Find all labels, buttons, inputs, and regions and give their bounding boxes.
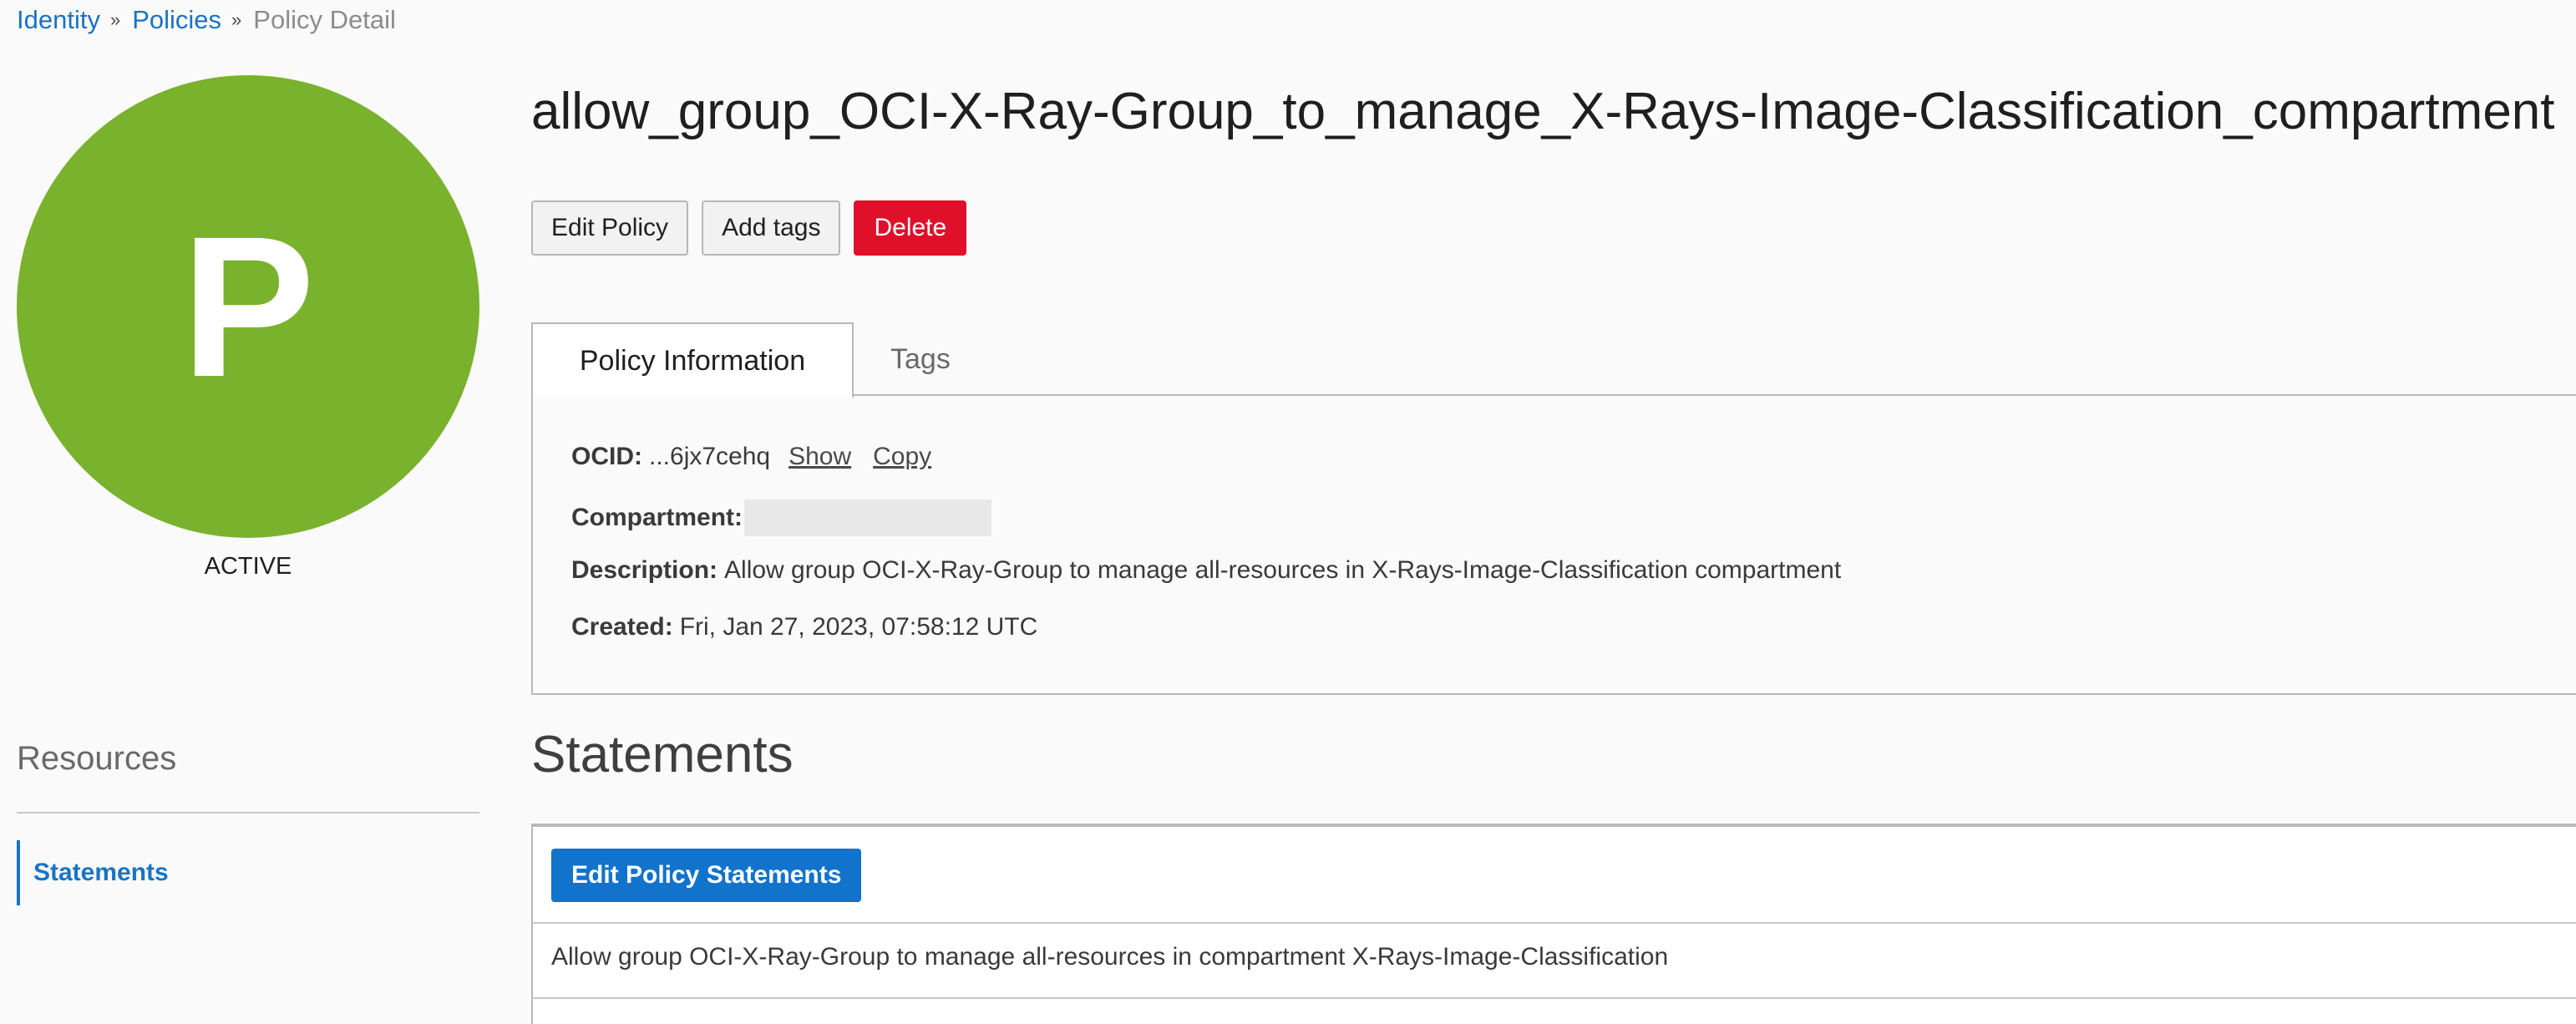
copy-ocid-link[interactable]: Copy [873, 443, 931, 471]
description-label: Description: [571, 556, 718, 584]
compartment-label: Compartment: [571, 504, 743, 531]
description-value: Allow group OCI-X-Ray-Group to manage al… [724, 556, 1842, 584]
created-label: Created: [571, 613, 673, 641]
policy-information-panel: OCID: ...6jx7cehq Show Copy Compartment:… [531, 396, 2576, 695]
action-toolbar: Edit Policy Add tags Delete [531, 200, 967, 256]
breadcrumb-separator-icon: » [109, 9, 121, 30]
edit-policy-statements-button[interactable]: Edit Policy Statements [551, 849, 862, 902]
avatar-letter: P [180, 195, 316, 418]
statements-heading: Statements [531, 726, 794, 783]
tab-policy-information[interactable]: Policy Information [531, 322, 854, 398]
add-tags-button[interactable]: Add tags [702, 200, 841, 256]
breadcrumb-current: Policy Detail [253, 5, 396, 34]
edit-policy-button[interactable]: Edit Policy [531, 200, 689, 256]
resources-divider [17, 812, 479, 814]
compartment-row: Compartment: [571, 499, 992, 536]
breadcrumb-policies[interactable]: Policies [132, 3, 221, 37]
sidebar-item-statements[interactable]: Statements [17, 840, 169, 905]
created-value: Fri, Jan 27, 2023, 07:58:12 UTC [679, 613, 1038, 641]
statements-panel: Edit Policy Statements Allow group OCI-X… [531, 824, 2576, 1024]
description-row: Description: Allow group OCI-X-Ray-Group… [571, 556, 1841, 585]
tab-tags[interactable]: Tags [890, 322, 951, 396]
avatar: P [17, 75, 479, 538]
tab-bar: Policy Information Tags [531, 322, 2576, 398]
resources-heading: Resources [17, 740, 177, 777]
breadcrumb-separator-icon: » [231, 9, 242, 30]
statement-row: Allow group OCI-X-Ray-Group to manage al… [551, 943, 1669, 971]
ocid-row: OCID: ...6jx7cehq Show Copy [571, 443, 931, 471]
status-label: ACTIVE [204, 553, 292, 580]
ocid-label: OCID: [571, 443, 642, 470]
statements-divider [533, 922, 2576, 924]
created-row: Created: Fri, Jan 27, 2023, 07:58:12 UTC [571, 613, 1037, 641]
page-title: allow_group_OCI-X-Ray-Group_to_manage_X-… [531, 83, 2555, 140]
compartment-value-redacted [744, 499, 992, 536]
statements-divider [533, 997, 2576, 999]
breadcrumb-identity[interactable]: Identity [17, 3, 100, 37]
show-ocid-link[interactable]: Show [789, 443, 851, 471]
ocid-value: ...6jx7cehq [649, 443, 771, 470]
delete-button[interactable]: Delete [854, 200, 967, 256]
breadcrumb: Identity » Policies » Policy Detail [17, 3, 396, 37]
